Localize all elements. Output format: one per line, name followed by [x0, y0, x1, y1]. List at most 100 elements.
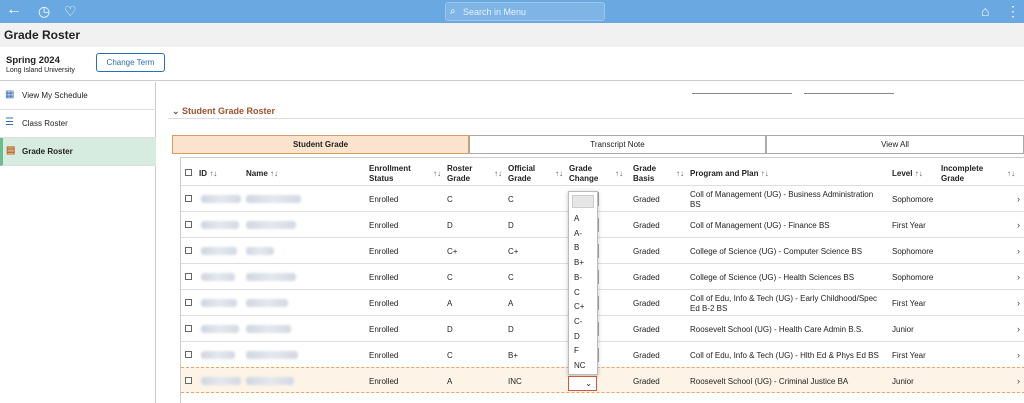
- header-official-grade[interactable]: Official Grade: [508, 164, 535, 184]
- grade-basis: Graded: [633, 299, 660, 308]
- top-nav-bar: ← ◷ ♡ ⌕ Search in Menu ⌂ ⋮: [0, 0, 1024, 23]
- chevron-right-icon[interactable]: ›: [1017, 350, 1020, 360]
- roster-grade: C: [447, 195, 453, 204]
- chevron-right-icon[interactable]: ›: [1017, 298, 1020, 308]
- header-grade-basis[interactable]: Grade Basis: [633, 164, 656, 184]
- sort-icon: ↑↓: [209, 169, 218, 178]
- row-checkbox[interactable]: [185, 221, 192, 228]
- grade-change-dropdown[interactable]: A A- B B+ B- C C+ C- D F NC: [568, 191, 598, 375]
- redacted-id: [201, 377, 241, 385]
- row-checkbox[interactable]: [185, 377, 192, 384]
- home-icon[interactable]: ⌂: [981, 3, 989, 19]
- enrollment-status: Enrolled: [369, 247, 399, 256]
- grade-basis: Graded: [633, 195, 660, 204]
- sort-icon[interactable]: ↑↓: [1007, 169, 1015, 179]
- redacted-id: [201, 325, 239, 333]
- header-grade-change[interactable]: Grade Change: [569, 164, 598, 184]
- search-input[interactable]: ⌕ Search in Menu: [445, 2, 605, 21]
- roster-grade: C: [447, 273, 453, 282]
- grade-change-select[interactable]: ⌄: [568, 376, 597, 391]
- official-grade: D: [508, 325, 514, 334]
- tab-view-all[interactable]: View All: [766, 135, 1024, 154]
- header-level[interactable]: Level ↑↓: [892, 169, 923, 179]
- chevron-right-icon[interactable]: ›: [1017, 324, 1020, 334]
- more-icon[interactable]: ⋮: [1006, 3, 1020, 19]
- header-roster-grade[interactable]: Roster Grade: [447, 164, 472, 184]
- program-plan: College of Science (UG) - Health Science…: [690, 273, 855, 282]
- sort-icon[interactable]: ↑↓: [555, 169, 563, 179]
- sidebar-item-label: Class Roster: [22, 119, 68, 128]
- grade-option[interactable]: B: [574, 243, 579, 252]
- sidebar-item-grade-roster[interactable]: ▤ Grade Roster: [0, 138, 156, 166]
- tab-transcript-note[interactable]: Transcript Note: [469, 135, 766, 154]
- sort-icon[interactable]: ↑↓: [433, 169, 441, 179]
- grade-option[interactable]: B-: [574, 273, 582, 282]
- sidebar-item-view-my-schedule[interactable]: ▦ View My Schedule: [0, 82, 156, 110]
- sort-icon[interactable]: ↑↓: [494, 169, 502, 179]
- select-all-checkbox[interactable]: [185, 169, 192, 176]
- sort-icon[interactable]: ↑↓: [615, 169, 623, 179]
- table-row[interactable]: Enrolled C C Graded College of Science (UG) …: [181, 263, 1024, 289]
- grade-option[interactable]: B+: [574, 258, 584, 267]
- grade-option[interactable]: C-: [574, 317, 582, 326]
- header-incomplete-grade[interactable]: Incomplete Grade: [941, 164, 983, 184]
- grade-option[interactable]: A: [574, 214, 579, 223]
- enrollment-status: Enrolled: [369, 299, 399, 308]
- row-checkbox[interactable]: [185, 351, 192, 358]
- favorites-icon[interactable]: ♡: [64, 3, 77, 19]
- level: Junior: [892, 325, 914, 334]
- redacted-name: [246, 377, 294, 385]
- dropdown-blank-option[interactable]: [572, 195, 594, 208]
- redacted-name: [246, 299, 288, 307]
- row-checkbox[interactable]: [185, 247, 192, 254]
- roster-grade: D: [447, 221, 453, 230]
- section-header[interactable]: ⌄ Student Grade Roster: [172, 106, 275, 117]
- table-row[interactable]: Enrolled C+ C+ Graded College of Science (UG…: [181, 237, 1024, 263]
- table-row[interactable]: Enrolled C C Graded Coll of Management (UG) …: [181, 185, 1024, 211]
- header-name[interactable]: Name ↑↓: [246, 169, 278, 179]
- change-term-button[interactable]: Change Term: [96, 53, 165, 72]
- level: Junior: [892, 377, 914, 386]
- header-program-plan[interactable]: Program and Plan ↑↓: [690, 169, 769, 179]
- header-enrollment-status[interactable]: Enrollment Status: [369, 164, 411, 184]
- chevron-right-icon[interactable]: ›: [1017, 220, 1020, 230]
- sort-icon[interactable]: ↑↓: [676, 169, 684, 179]
- history-icon[interactable]: ◷: [38, 3, 50, 19]
- redacted-id: [201, 221, 239, 229]
- grade-basis: Graded: [633, 221, 660, 230]
- chevron-right-icon[interactable]: ›: [1017, 246, 1020, 256]
- sort-icon: ↑↓: [270, 169, 279, 178]
- table-row[interactable]: Enrolled D D Graded Roosevelt School (UG) - …: [181, 315, 1024, 341]
- grade-option[interactable]: C: [574, 288, 580, 297]
- table-row[interactable]: Enrolled C B+ Graded Coll of Edu, Info & Tec…: [181, 341, 1024, 367]
- sidebar-item-class-roster[interactable]: ☰ Class Roster: [0, 110, 156, 138]
- table-row[interactable]: Enrolled A INC Graded Roosevelt School (UG) …: [181, 367, 1024, 393]
- redacted-id: [201, 195, 241, 203]
- chevron-right-icon[interactable]: ›: [1017, 376, 1020, 386]
- grade-option[interactable]: F: [574, 346, 579, 355]
- row-checkbox[interactable]: [185, 273, 192, 280]
- official-grade: D: [508, 221, 514, 230]
- row-checkbox[interactable]: [185, 299, 192, 306]
- table-row[interactable]: Enrolled A A Graded Coll of Edu, Info & Tech…: [181, 289, 1024, 315]
- level: First Year: [892, 221, 926, 230]
- table-row[interactable]: Enrolled D D Graded Coll of Management (UG) …: [181, 211, 1024, 237]
- official-grade: C: [508, 195, 514, 204]
- redacted-id: [201, 299, 237, 307]
- chevron-right-icon[interactable]: ›: [1017, 272, 1020, 282]
- roster-grade: A: [447, 377, 453, 386]
- redacted-name: [246, 351, 298, 359]
- level: First Year: [892, 351, 926, 360]
- program-plan: College of Science (UG) - Computer Scien…: [690, 247, 863, 256]
- grade-option[interactable]: C+: [574, 302, 584, 311]
- back-arrow-icon[interactable]: ←: [6, 2, 22, 18]
- grade-option[interactable]: NC: [574, 361, 586, 370]
- tab-student-grade[interactable]: Student Grade: [172, 135, 469, 154]
- header-id[interactable]: ID ↑↓: [199, 169, 217, 179]
- sidebar-item-label: View My Schedule: [22, 91, 88, 100]
- chevron-right-icon[interactable]: ›: [1017, 194, 1020, 204]
- row-checkbox[interactable]: [185, 325, 192, 332]
- grade-option[interactable]: A-: [574, 229, 582, 238]
- row-checkbox[interactable]: [185, 195, 192, 202]
- grade-option[interactable]: D: [574, 332, 580, 341]
